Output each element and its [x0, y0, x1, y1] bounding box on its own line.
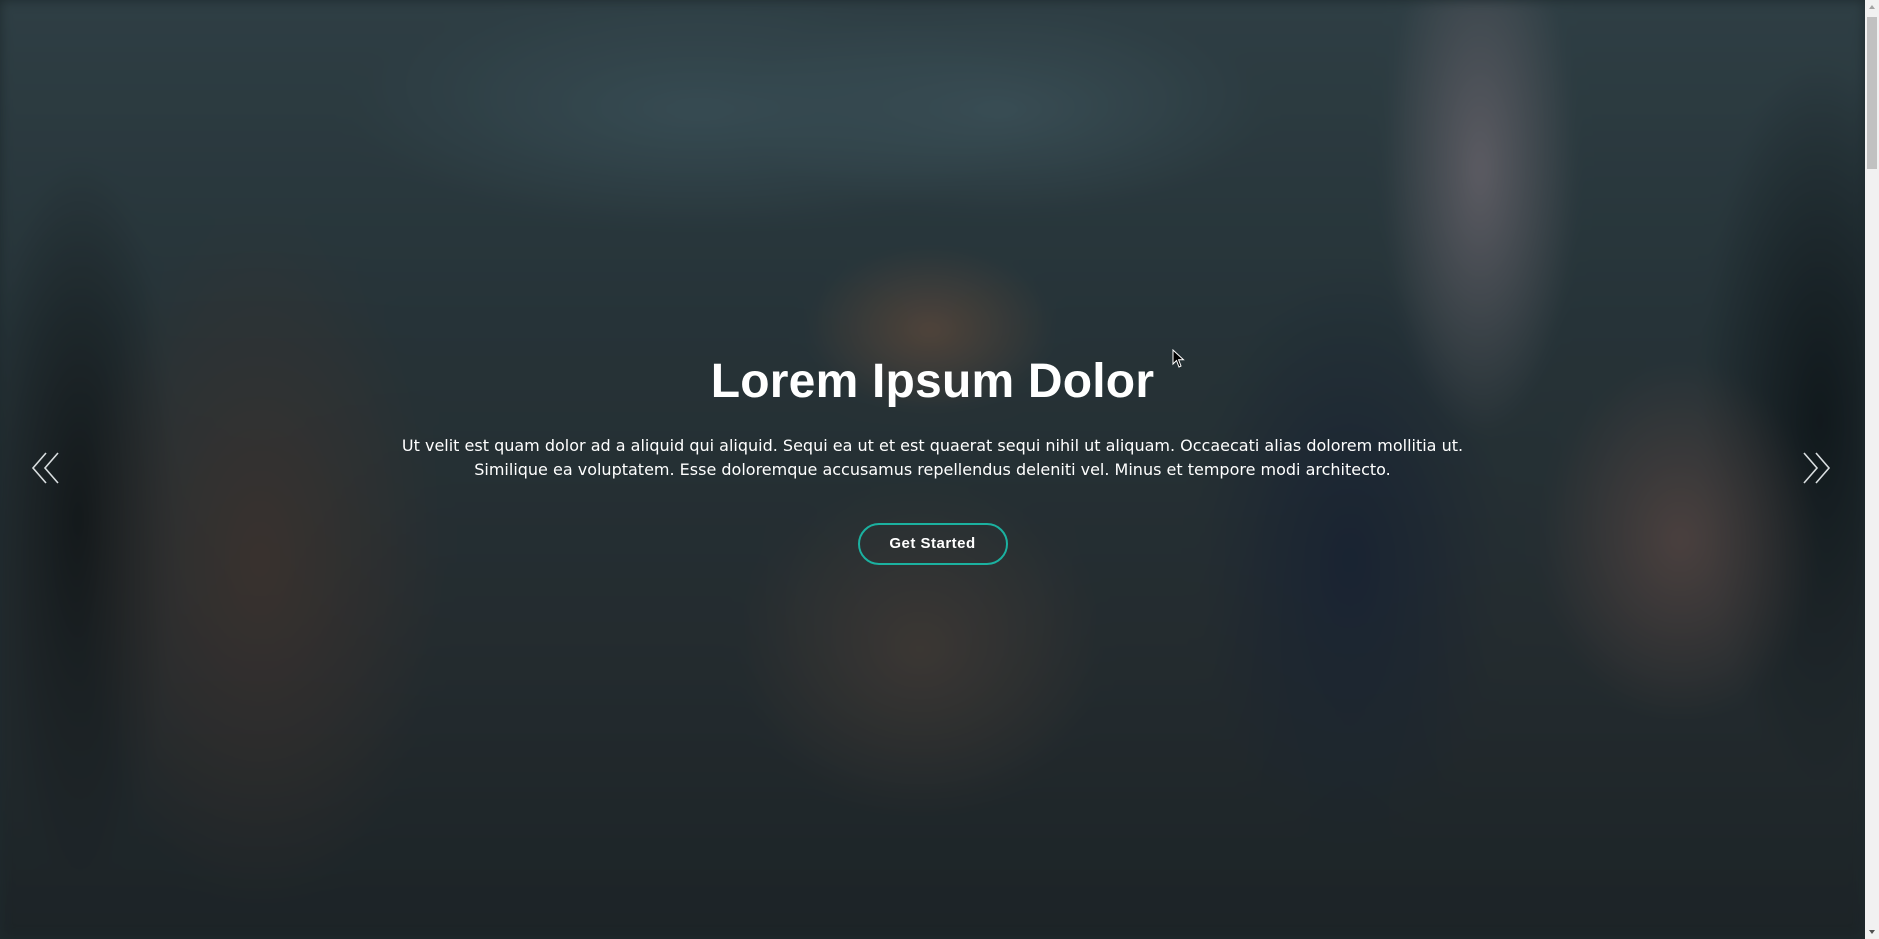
vertical-scrollbar[interactable]: [1865, 0, 1879, 939]
mouse-cursor-icon: [1172, 349, 1185, 368]
scroll-down-arrow-icon[interactable]: [1865, 925, 1879, 939]
hero-content: Lorem Ipsum Dolor Ut velit est quam dolo…: [0, 350, 1865, 565]
get-started-button[interactable]: Get Started: [857, 523, 1008, 565]
hero-title: Lorem Ipsum Dolor: [710, 355, 1155, 408]
hero-description: Ut velit est quam dolor ad a aliquid qui…: [401, 436, 1464, 479]
scroll-up-arrow-icon[interactable]: [1865, 0, 1879, 14]
scrollbar-thumb[interactable]: [1867, 17, 1877, 169]
hero-section: Lorem Ipsum Dolor Ut velit est quam dolo…: [0, 0, 1865, 939]
